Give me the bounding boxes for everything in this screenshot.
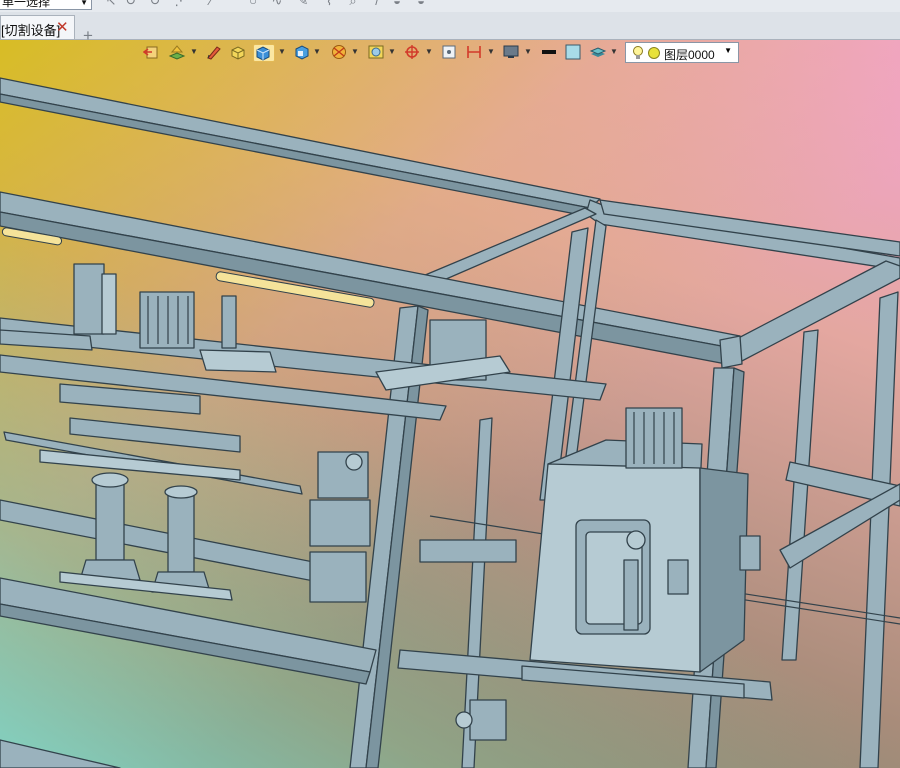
exit-view-icon[interactable] (142, 44, 163, 62)
rotate-icon[interactable]: ↺ (124, 0, 138, 8)
mount-plate (199, 349, 277, 373)
selection-mode-label: 单一选择 (2, 0, 51, 9)
spindle-post (95, 479, 125, 561)
layers-stack-icon[interactable] (589, 44, 609, 62)
lightbulb-icon (633, 46, 643, 59)
gear-wheel (345, 453, 363, 471)
cross-plate-2 (69, 417, 241, 453)
beam-end-cap (719, 335, 743, 369)
zoom-icon[interactable]: ⌕ (346, 0, 360, 8)
pencil-icon[interactable] (205, 44, 225, 62)
line-color-icon[interactable] (540, 44, 560, 62)
side-bracket (667, 559, 689, 595)
shaft (429, 515, 557, 537)
top-back-beam (0, 77, 601, 209)
floor-rail (0, 739, 121, 768)
circle-icon[interactable]: ○ (246, 0, 260, 8)
layer-view-icon[interactable] (168, 44, 188, 62)
dotted-arrow-icon[interactable]: ⋰ (174, 0, 188, 8)
top-back-beam-side (0, 93, 591, 217)
guide-rod (221, 295, 237, 349)
blade-arm (623, 559, 639, 631)
blade-hub (626, 530, 646, 550)
shaft-housing (419, 539, 517, 563)
measure-icon[interactable] (367, 44, 387, 62)
sheet-strip-2 (39, 449, 241, 481)
arc-icon[interactable]: ⌒ (224, 0, 238, 8)
close-icon[interactable]: ✕ (56, 18, 69, 36)
far-right-post (859, 291, 899, 768)
lower-wheel (455, 711, 473, 729)
layer-color-swatch (648, 47, 660, 59)
chevron-down-icon[interactable]: ▼ (610, 47, 618, 56)
line-icon[interactable]: ⁄ (204, 0, 218, 8)
pointer-icon[interactable]: ↖ (104, 0, 118, 8)
pin-icon[interactable] (440, 44, 460, 62)
shade-icon[interactable]: ◒ (390, 0, 404, 8)
eraser-cube-icon[interactable] (229, 44, 249, 62)
polyline-icon[interactable]: ⌇ (322, 0, 336, 8)
chevron-down-icon: ▼ (80, 0, 88, 7)
cad-model-cutting-equipment: .s { fill:#9ab2bd; stroke:#32424b; strok… (0, 77, 900, 768)
bracket-plate (101, 273, 117, 335)
drive-block (309, 551, 367, 603)
display-icon[interactable] (502, 44, 522, 62)
chevron-down-icon[interactable]: ▼ (524, 47, 532, 56)
lower-clamp (469, 699, 507, 741)
dimension-icon[interactable] (465, 44, 485, 62)
spindle-cap (164, 485, 198, 499)
view-orientation-icon[interactable] (293, 44, 313, 62)
selection-mode-dropdown[interactable]: 单一选择 ▼ (0, 0, 92, 10)
chevron-down-icon[interactable]: ▼ (388, 47, 396, 56)
redo-icon[interactable]: ↻ (148, 0, 162, 8)
tab-label: [切割设备] (1, 23, 61, 38)
shade-icon[interactable]: ◒ (414, 0, 428, 8)
chevron-down-icon[interactable]: ▼ (278, 47, 286, 56)
3d-viewport[interactable]: ▼ ▼ ▼ ▼ ▼ ▼ ▼ ▼ ▼ 图层0000 ▼ (0, 40, 900, 768)
chevron-down-icon: ▼ (724, 46, 732, 55)
line-icon[interactable]: / (370, 0, 384, 8)
bracket (73, 263, 105, 335)
shaded-cube-icon[interactable] (253, 44, 275, 62)
chevron-down-icon[interactable]: ▼ (487, 47, 495, 56)
section-view-icon[interactable] (330, 44, 350, 62)
side-bracket (739, 535, 761, 571)
layer-dropdown[interactable]: 图层0000 ▼ (625, 42, 739, 63)
gearbox (309, 499, 371, 547)
snap-icon[interactable] (403, 44, 423, 62)
spindle-cap (91, 472, 129, 488)
chevron-down-icon[interactable]: ▼ (351, 47, 359, 56)
fill-color-icon[interactable] (564, 44, 584, 62)
chevron-down-icon[interactable]: ▼ (313, 47, 321, 56)
pen-icon[interactable]: ✎ (296, 0, 310, 8)
layer-name: 图层0000 (664, 48, 715, 62)
chevron-down-icon[interactable]: ▼ (190, 47, 198, 56)
tab-cutting-equipment[interactable]: [切割设备] ✕ (0, 15, 75, 39)
document-tab-bar: [切割设备] ✕ + (0, 12, 900, 45)
chevron-down-icon[interactable]: ▼ (425, 47, 433, 56)
spline-icon[interactable]: ∿ (270, 0, 284, 8)
spindle-post (167, 491, 195, 573)
